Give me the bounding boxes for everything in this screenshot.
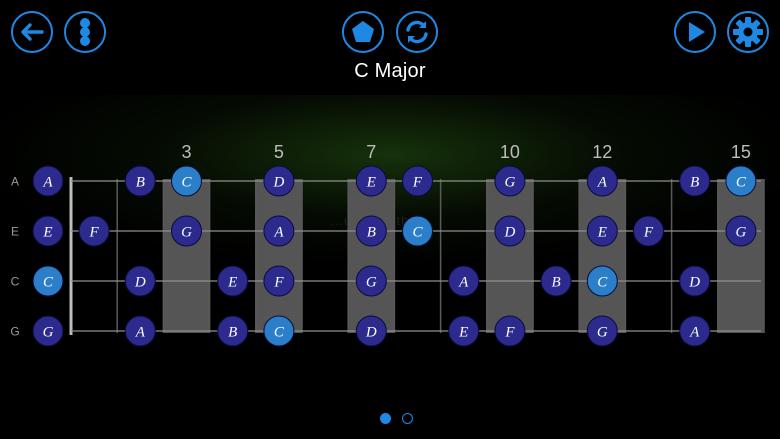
note-label: F <box>504 325 515 341</box>
note-label: F <box>643 225 654 241</box>
note-label: C <box>736 175 747 191</box>
note-label: G <box>43 325 54 341</box>
note-label: D <box>365 325 377 341</box>
note-label: C <box>43 275 54 291</box>
note-label: G <box>597 325 608 341</box>
string-label: G <box>10 325 19 339</box>
note-label: G <box>366 275 377 291</box>
note-label: A <box>42 175 53 191</box>
fret-inlay-5 <box>255 179 302 333</box>
fret-number: 10 <box>500 142 520 162</box>
note-label: D <box>503 225 515 241</box>
note-label: D <box>134 275 146 291</box>
fret-inlay-3 <box>163 179 210 333</box>
page-indicator <box>380 413 420 427</box>
note-label: B <box>367 225 376 241</box>
fret-number: 12 <box>592 142 612 162</box>
note-label: A <box>273 225 284 241</box>
note-label: G <box>504 175 515 191</box>
string-label: A <box>11 175 19 189</box>
note-label: C <box>274 325 285 341</box>
fretboard[interactable]: A E C G 3 5 7 10 12 15 A B C D E F G A B C E F G A B C D E F G C D E F G A B… <box>0 0 780 439</box>
page-dot-1[interactable] <box>380 413 391 424</box>
fret-number: 15 <box>731 142 751 162</box>
note-label: E <box>227 275 237 291</box>
note-label: C <box>412 225 423 241</box>
note-label: F <box>273 275 284 291</box>
note-label: E <box>597 225 607 241</box>
string-label: C <box>11 275 20 289</box>
note-label: E <box>366 175 376 191</box>
note-label: B <box>690 175 699 191</box>
note-label: B <box>136 175 145 191</box>
note-label: A <box>458 275 469 291</box>
fret-number: 7 <box>366 142 376 162</box>
fret-number: 5 <box>274 142 284 162</box>
note-label: F <box>412 175 423 191</box>
fret-inlay-12 <box>579 179 626 333</box>
note-label: G <box>735 225 746 241</box>
note-label: D <box>688 275 700 291</box>
fret-inlay-10 <box>486 179 533 333</box>
fret-inlay-15 <box>717 179 764 333</box>
note-label: E <box>42 225 52 241</box>
note-label: D <box>272 175 284 191</box>
note-label: A <box>689 325 700 341</box>
note-label: C <box>181 175 192 191</box>
note-label: A <box>135 325 146 341</box>
note-label: F <box>89 225 100 241</box>
string-label: E <box>11 225 19 239</box>
note-label: B <box>552 275 561 291</box>
fret-number: 3 <box>181 142 191 162</box>
note-label: C <box>597 275 608 291</box>
note-label: B <box>228 325 237 341</box>
fret-inlay-7 <box>348 179 395 333</box>
note-label: A <box>597 175 608 191</box>
note-label: E <box>458 325 468 341</box>
page-dot-2[interactable] <box>402 413 413 424</box>
note-label: G <box>181 225 192 241</box>
